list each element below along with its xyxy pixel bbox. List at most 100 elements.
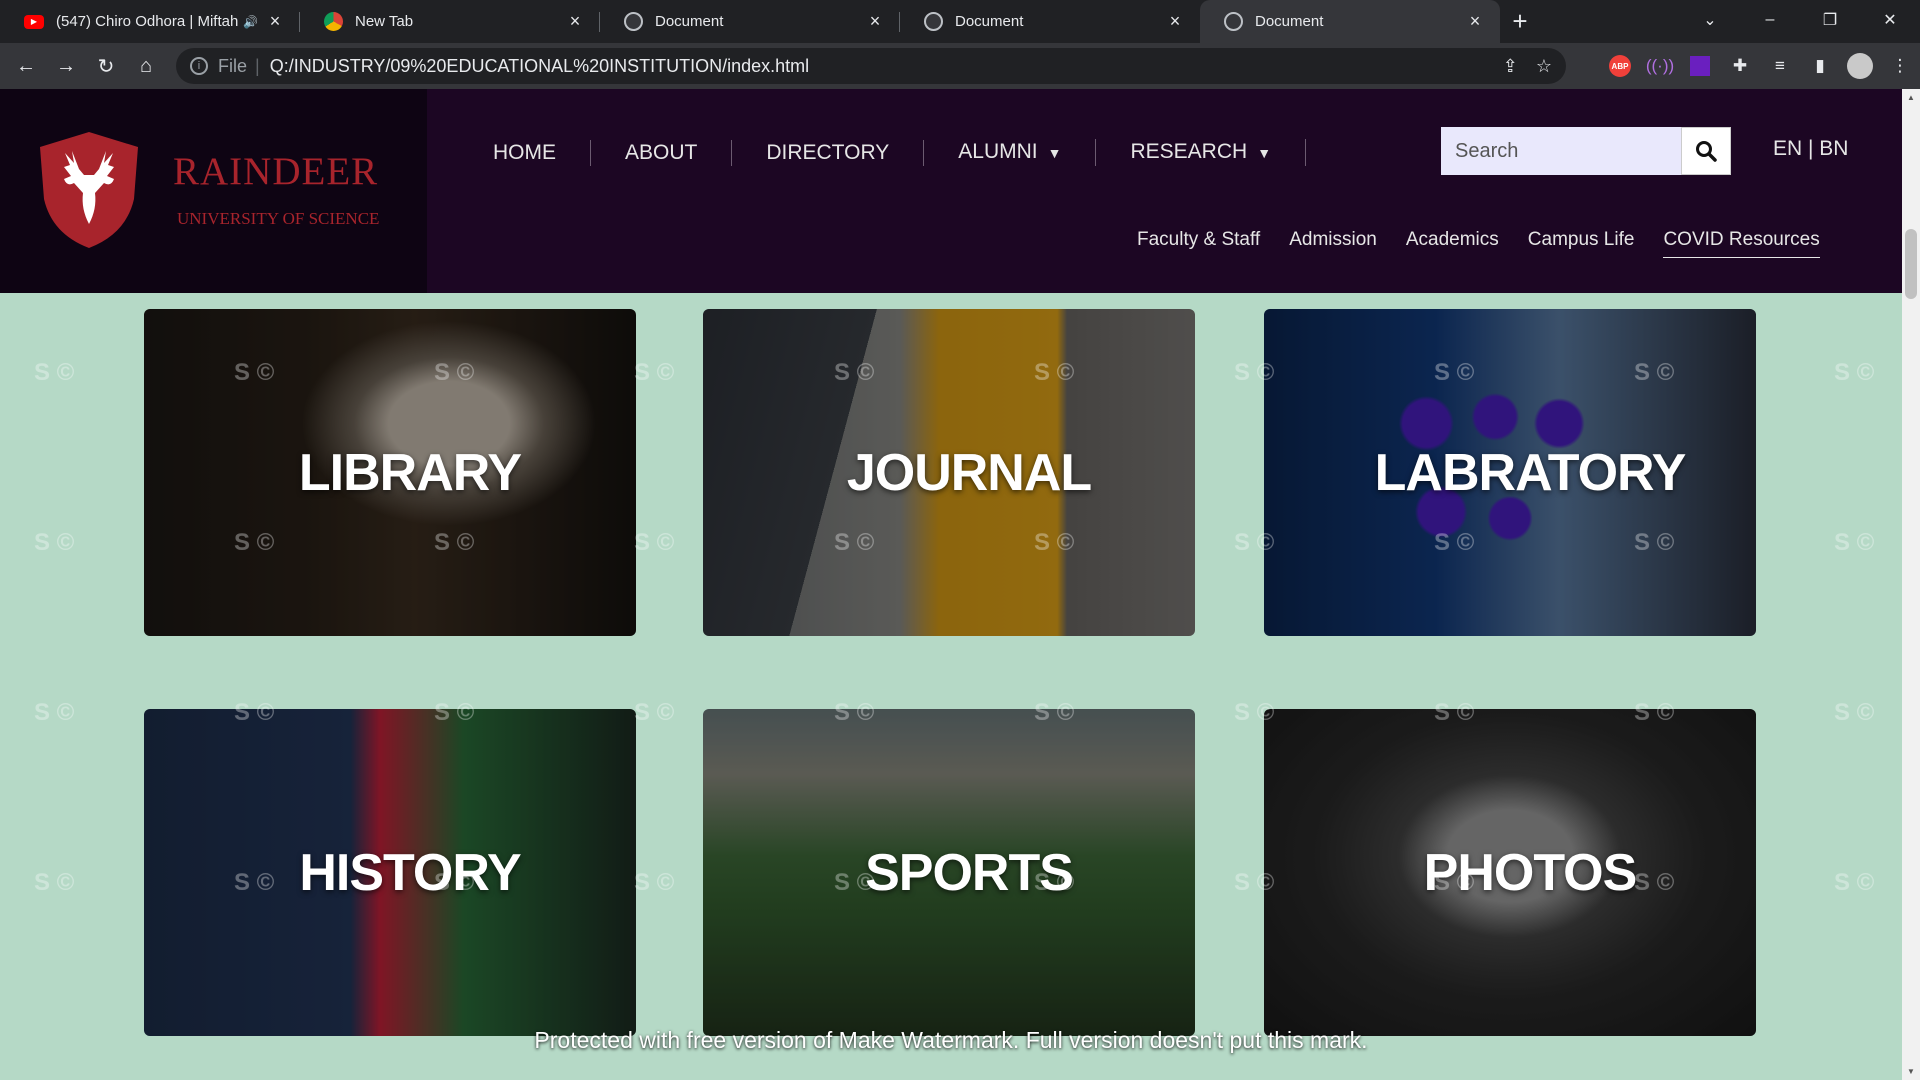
tab-title: (547) Chiro Odhora | Miftah (56, 13, 239, 30)
tab-search-icon[interactable]: ⌄ (1680, 0, 1740, 40)
browser-tab-bar: ▶ (547) Chiro Odhora | Miftah 🔊 × New Ta… (0, 0, 1920, 43)
close-tab-icon[interactable]: × (1464, 11, 1486, 32)
watermark-mark: S © (1834, 529, 1875, 556)
home-icon[interactable]: ⌂ (126, 48, 166, 84)
bookmark-star-icon[interactable]: ☆ (1536, 56, 1552, 77)
card-sports[interactable]: SPORTS (703, 709, 1195, 1036)
tab-title: Document (655, 13, 724, 30)
search-button[interactable] (1681, 127, 1731, 175)
scroll-up-icon[interactable]: ▲ (1907, 93, 1915, 102)
card-photos[interactable]: PHOTOS (1264, 709, 1756, 1036)
subnav-campus-life[interactable]: Campus Life (1528, 229, 1635, 258)
secondary-nav: Faculty & Staff Admission Academics Camp… (1137, 229, 1820, 258)
restore-icon[interactable]: ❐ (1800, 0, 1860, 40)
new-tab-button[interactable]: + (1500, 0, 1540, 43)
side-panel-icon[interactable]: ▮ (1800, 43, 1840, 89)
browser-tab[interactable]: Document × (900, 0, 1200, 43)
scrollbar-thumb[interactable] (1905, 229, 1917, 299)
subnav-academics[interactable]: Academics (1406, 229, 1499, 258)
card-journal[interactable]: JOURNAL (703, 309, 1195, 636)
nav-directory[interactable]: DIRECTORY (732, 139, 925, 166)
url-text[interactable]: Q:/INDUSTRY/09%20EDUCATIONAL%20INSTITUTI… (270, 56, 809, 77)
nav-research: RESEARCH (1130, 140, 1248, 163)
card-label: LABRATORY (1374, 443, 1687, 502)
minimize-icon[interactable]: – (1740, 0, 1800, 40)
forward-icon[interactable]: → (46, 48, 86, 84)
language-switcher[interactable]: EN | BN (1773, 137, 1848, 161)
close-window-icon[interactable]: ✕ (1860, 0, 1920, 40)
watermark-mark: S © (1834, 869, 1875, 896)
nav-home[interactable]: HOME (470, 139, 591, 166)
search-input[interactable] (1441, 127, 1681, 175)
close-tab-icon[interactable]: × (564, 11, 586, 32)
globe-icon (624, 12, 643, 31)
caret-down-icon: ▼ (1257, 145, 1272, 161)
card-library[interactable]: LIBRARY (144, 309, 636, 636)
site-header: RAINDEER UNIVERSITY OF SCIENCE HOME ABOU… (0, 89, 1902, 293)
speaker-icon[interactable]: 🔊 (243, 15, 258, 29)
youtube-icon: ▶ (24, 14, 44, 29)
extension-square-icon[interactable] (1690, 56, 1710, 76)
card-label: JOURNAL (846, 443, 1092, 502)
card-history[interactable]: HISTORY (144, 709, 636, 1036)
web-page: RAINDEER UNIVERSITY OF SCIENCE HOME ABOU… (0, 89, 1902, 1080)
nav-about[interactable]: ABOUT (591, 139, 733, 166)
share-icon[interactable]: ⇪ (1503, 56, 1518, 77)
browser-tab-active[interactable]: Document × (1200, 0, 1500, 43)
watermark-mark: S © (634, 359, 675, 386)
watermark-mark: S © (634, 529, 675, 556)
globe-icon (924, 12, 943, 31)
subnav-covid-resources[interactable]: COVID Resources (1663, 229, 1820, 258)
puzzle-icon[interactable]: ✚ (1720, 43, 1760, 89)
adblock-icon[interactable]: ABP (1609, 55, 1631, 77)
window-controls: ⌄ – ❐ ✕ (1680, 0, 1920, 40)
watermark-mark: S © (34, 529, 75, 556)
close-tab-icon[interactable]: × (864, 11, 886, 32)
search-form (1441, 127, 1731, 175)
brand-name: RAINDEER (173, 150, 379, 193)
main-nav: HOME ABOUT DIRECTORY ALUMNI ▼ RESEARCH ▼ (470, 139, 1307, 166)
extension-icon[interactable]: ((·)) (1640, 43, 1680, 89)
chrome-icon (324, 12, 343, 31)
caret-down-icon: ▼ (1047, 145, 1062, 161)
close-tab-icon[interactable]: × (264, 11, 286, 32)
brand-block[interactable]: RAINDEER UNIVERSITY OF SCIENCE (0, 89, 427, 293)
browser-tab[interactable]: ▶ (547) Chiro Odhora | Miftah 🔊 × (0, 0, 300, 43)
tab-title: New Tab (355, 13, 414, 30)
watermark-mark: S © (634, 869, 675, 896)
back-icon[interactable]: ← (6, 48, 46, 84)
nav-alumni: ALUMNI (958, 140, 1038, 163)
card-label: HISTORY (299, 843, 521, 902)
subnav-admission[interactable]: Admission (1289, 229, 1377, 258)
card-label: LIBRARY (298, 443, 522, 502)
scroll-down-icon[interactable]: ▼ (1907, 1067, 1915, 1076)
watermark-footer: Protected with free version of Make Wate… (534, 1027, 1368, 1053)
deer-shield-icon (40, 132, 138, 248)
omnibox-actions: ⇪ ☆ (1503, 48, 1552, 84)
menu-icon[interactable]: ⋮ (1880, 43, 1920, 89)
globe-icon (1224, 12, 1243, 31)
browser-tab[interactable]: New Tab × (300, 0, 600, 43)
media-icon[interactable]: ≡ (1760, 43, 1800, 89)
nav-alumni-item[interactable]: ALUMNI ▼ (924, 139, 1097, 166)
subnav-faculty[interactable]: Faculty & Staff (1137, 229, 1260, 258)
browser-toolbar: ← → ↻ ⌂ i File | Q:/INDUSTRY/09%20EDUCAT… (0, 43, 1920, 89)
card-label: SPORTS (865, 843, 1074, 902)
watermark-mark: S © (34, 359, 75, 386)
watermark-mark: S © (1834, 359, 1875, 386)
profile-avatar[interactable] (1847, 53, 1873, 79)
reload-icon[interactable]: ↻ (86, 48, 126, 84)
address-bar[interactable]: i File | Q:/INDUSTRY/09%20EDUCATIONAL%20… (176, 48, 1566, 84)
info-icon[interactable]: i (190, 57, 208, 75)
card-laboratory[interactable]: LABRATORY (1264, 309, 1756, 636)
tab-title: Document (955, 13, 1024, 30)
brand-subtitle: UNIVERSITY OF SCIENCE (177, 209, 380, 228)
browser-tab[interactable]: Document × (600, 0, 900, 43)
tab-title: Document (1255, 13, 1324, 30)
nav-research-item[interactable]: RESEARCH ▼ (1096, 139, 1307, 166)
close-tab-icon[interactable]: × (1164, 11, 1186, 32)
scheme-label: File (218, 55, 248, 76)
card-label: PHOTOS (1423, 843, 1638, 902)
page-scrollbar[interactable]: ▲ ▼ (1902, 89, 1920, 1080)
watermark-mark: S © (34, 699, 75, 726)
